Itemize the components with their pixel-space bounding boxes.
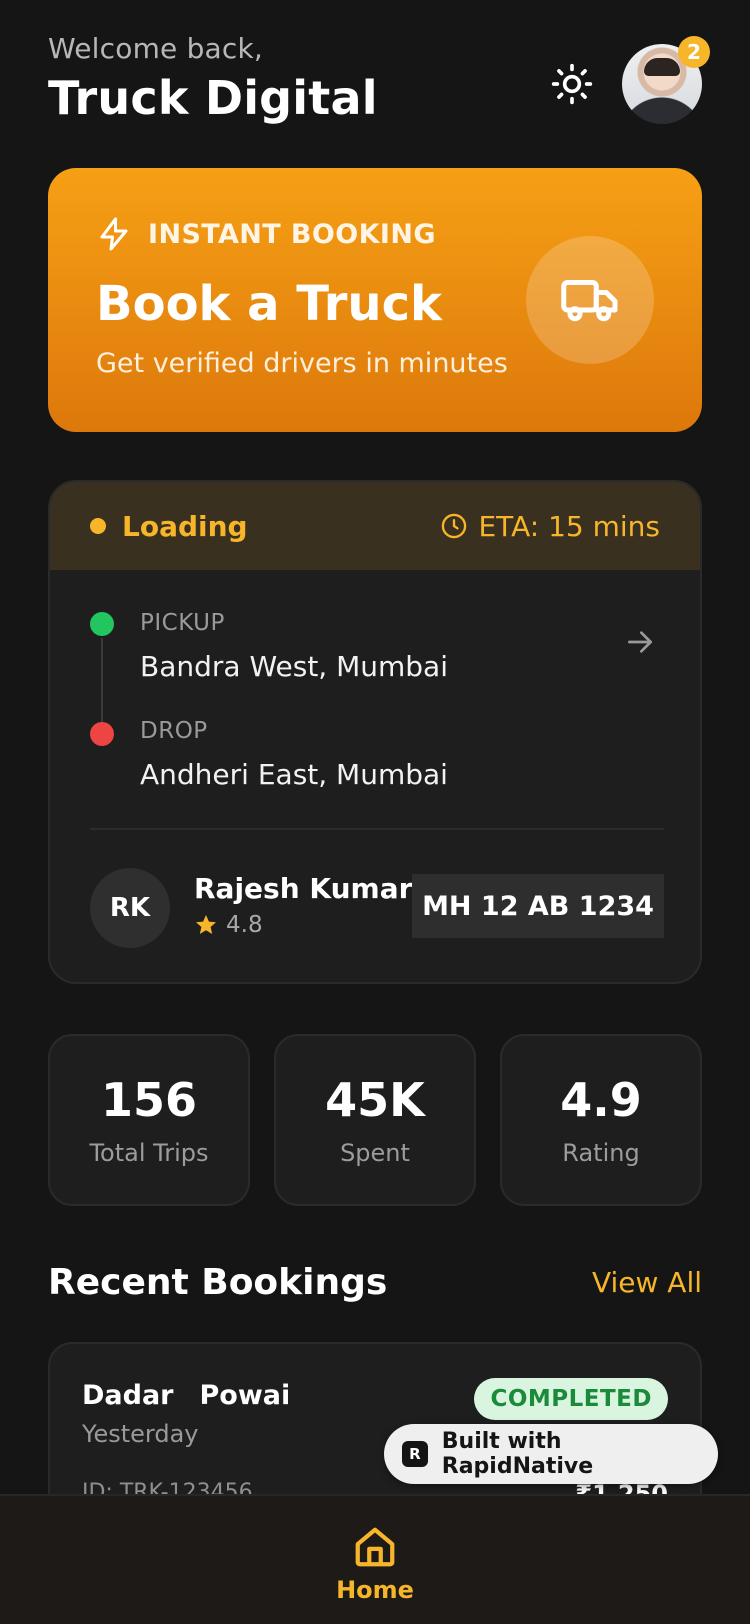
stat-total-trips: 156 Total Trips <box>48 1034 250 1206</box>
recent-bookings-title: Recent Bookings <box>48 1262 388 1303</box>
drop-address: Andheri East, Mumbai <box>140 758 448 791</box>
stat-value: 4.9 <box>560 1073 642 1127</box>
driver-avatar: RK <box>90 868 170 948</box>
eta: ETA: 15 mins <box>440 482 660 570</box>
tab-home-label: Home <box>336 1576 414 1604</box>
rapidnative-logo-icon: R <box>402 1441 428 1467</box>
stat-label: Spent <box>340 1139 410 1167</box>
welcome-text: Welcome back, <box>48 32 264 65</box>
booking-date: Yesterday <box>82 1420 199 1448</box>
booking-status-badge: COMPLETED <box>474 1378 668 1420</box>
arrow-right-icon <box>628 631 652 653</box>
booking-route: Dadar Powai <box>82 1380 290 1411</box>
avatar-hair <box>644 58 680 76</box>
drop-label: DROP <box>140 718 208 744</box>
drop-dot <box>90 722 114 746</box>
eta-text: ETA: 15 mins <box>478 509 660 543</box>
pickup-label: PICKUP <box>140 610 225 636</box>
star-icon <box>196 915 216 934</box>
built-with-text: Built with RapidNative <box>441 1429 594 1479</box>
driver-name: Rajesh Kumar <box>194 872 413 905</box>
status-dot <box>90 518 106 534</box>
home-screen: Welcome back, Truck Digital 2 INSTANT BO… <box>0 0 750 1624</box>
driver-info: RK Rajesh Kumar 4.8 MH 12 AB 1234 <box>90 866 664 950</box>
theme-toggle-button[interactable] <box>548 60 596 108</box>
header: Welcome back, Truck Digital <box>48 32 378 125</box>
trip-status-text: Loading <box>122 509 248 543</box>
stat-value: 45K <box>325 1073 425 1127</box>
lightning-icon <box>100 217 128 251</box>
book-truck-card[interactable]: INSTANT BOOKING Book a Truck Get verifie… <box>48 168 702 432</box>
view-all-link[interactable]: View All <box>592 1266 702 1299</box>
sun-icon <box>551 63 593 105</box>
pickup-dot <box>90 612 114 636</box>
truck-icon-circle <box>526 236 654 364</box>
booking-from: Dadar <box>82 1380 174 1411</box>
trip-divider <box>90 828 664 830</box>
bottom-tab-bar: Home <box>0 1494 750 1624</box>
route-line <box>101 638 103 722</box>
active-trip-card[interactable]: Loading ETA: 15 mins PICKUP Bandra West,… <box>48 480 702 984</box>
booking-to: Powai <box>199 1380 291 1411</box>
clock-icon <box>442 513 467 539</box>
instant-booking-label: INSTANT BOOKING <box>148 218 436 250</box>
tab-home[interactable]: Home <box>325 1524 425 1604</box>
book-truck-title: Book a Truck <box>96 276 442 332</box>
book-truck-subtitle: Get verified drivers in minutes <box>96 348 508 379</box>
brand-title: Truck Digital <box>48 71 378 125</box>
built-with-badge[interactable]: R Built with RapidNative <box>384 1424 718 1484</box>
trip-status-bar: Loading ETA: 15 mins <box>50 482 700 570</box>
instant-booking-tag: INSTANT BOOKING <box>96 216 436 252</box>
truck-icon <box>561 280 618 322</box>
stat-rating: 4.9 Rating <box>500 1034 702 1206</box>
driver-rating-value: 4.8 <box>226 912 263 938</box>
notification-badge: 2 <box>678 36 710 68</box>
stat-label: Total Trips <box>89 1139 209 1167</box>
stat-label: Rating <box>562 1139 640 1167</box>
driver-rating: 4.8 <box>194 912 263 938</box>
pickup-address: Bandra West, Mumbai <box>140 650 448 683</box>
trip-details-button[interactable] <box>624 626 656 662</box>
stat-spent: 45K Spent <box>274 1034 476 1206</box>
vehicle-plate: MH 12 AB 1234 <box>412 874 664 938</box>
stat-value: 156 <box>100 1073 198 1127</box>
home-icon <box>355 1527 395 1567</box>
